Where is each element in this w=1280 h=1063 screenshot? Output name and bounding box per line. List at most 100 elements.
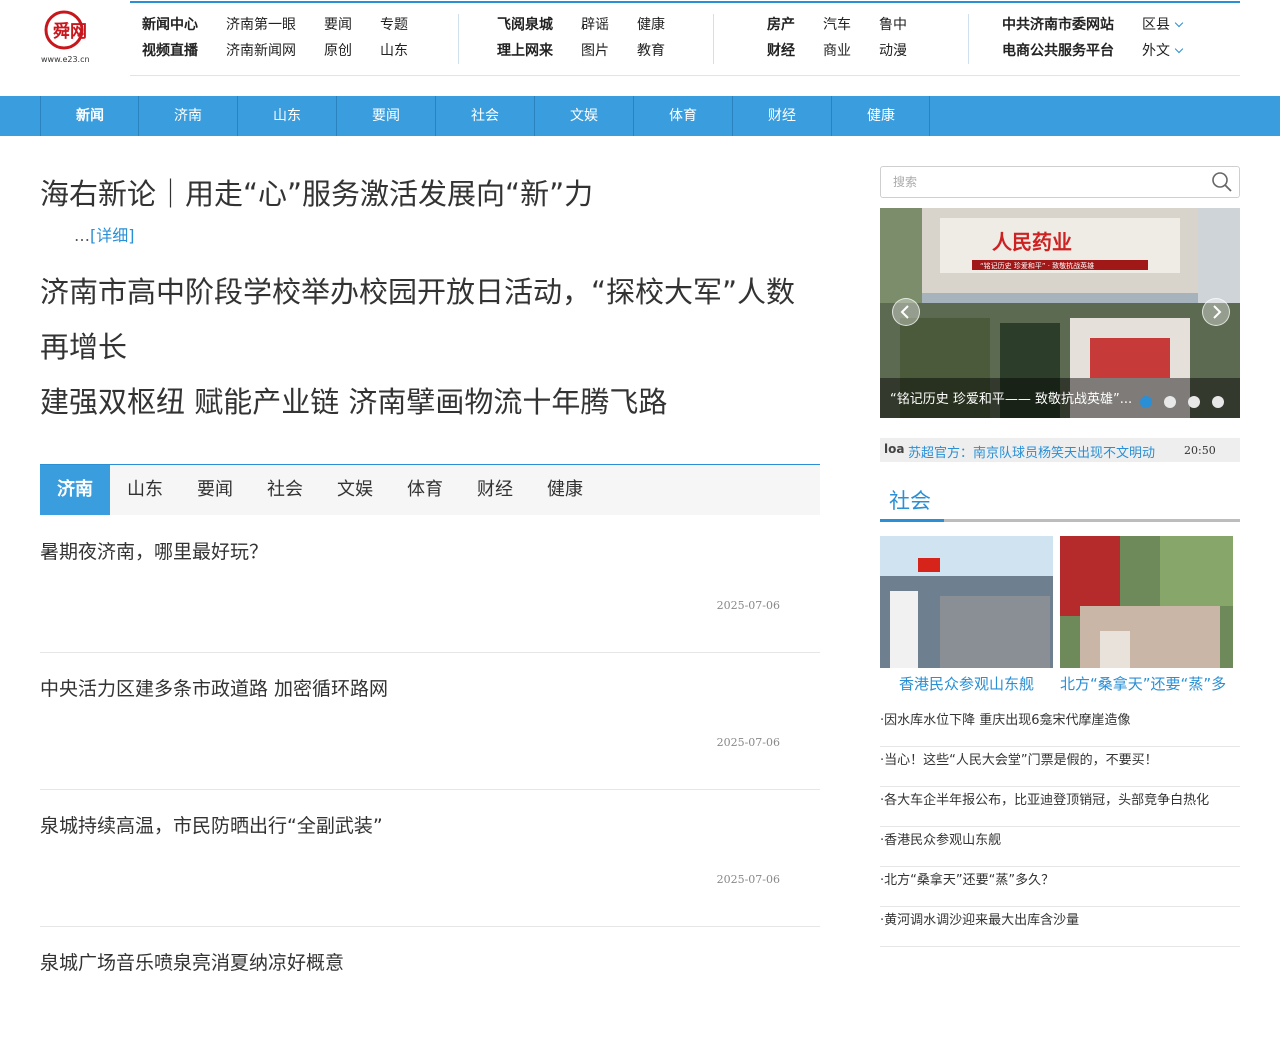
news-title[interactable]: 中央活力区建多条市政道路 加密循环路网 (40, 674, 388, 701)
svg-text:www.e23.cn: www.e23.cn (41, 55, 90, 64)
nav-link-luzhong[interactable]: 鲁中 (879, 12, 907, 38)
tab-entertainment[interactable]: 文娱 (320, 465, 390, 515)
channel-bar: 新闻 济南 山东 要闻 社会 文娱 体育 财经 健康 (0, 96, 1280, 136)
nav-link-jinan-first[interactable]: 济南第一眼 (226, 12, 324, 38)
nav-link-important[interactable]: 要闻 (324, 12, 380, 38)
tab-jinan[interactable]: 济南 (40, 465, 110, 515)
tab-shandong[interactable]: 山东 (110, 465, 180, 515)
list-item[interactable]: ·当心！这些“人民大会堂”门票是假的，不要买！ (880, 746, 1240, 787)
nav-divider (458, 14, 459, 64)
nav-link-theory[interactable]: 理上网来 (497, 38, 581, 64)
channel-society[interactable]: 社会 (435, 96, 534, 136)
photo-thumb[interactable] (880, 536, 1053, 668)
news-ticker: loa 苏超官方：南京队球员杨笑天出现不文明动 20:50 (880, 438, 1240, 462)
news-date: 2025-07-06 (716, 599, 780, 612)
nav-divider (713, 14, 714, 64)
slider-dot[interactable] (1188, 396, 1200, 408)
search-box (880, 166, 1240, 198)
nav-link-jinan-news-net[interactable]: 济南新闻网 (226, 38, 324, 64)
svg-text:舜网: 舜网 (53, 21, 87, 42)
nav-group-news: 新闻中心 济南第一眼 要闻 专题 视频直播 济南新闻网 原创 山东 (142, 12, 408, 64)
nav-group-life: 房产 汽车 鲁中 财经 商业 动漫 (767, 12, 907, 64)
slider-caption[interactable]: “铭记历史 珍爱和平—— 致敬抗战英雄”... (890, 388, 1132, 407)
headline-1[interactable]: 海右新论｜用走“心”服务激活发展向“新”力 (40, 167, 593, 221)
list-item[interactable]: ·北方“桑拿天”还要“蒸”多久？ (880, 866, 1240, 907)
nav-link-health[interactable]: 健康 (637, 12, 665, 38)
channel-entertainment[interactable]: 文娱 (534, 96, 633, 136)
slider-prev-button[interactable] (892, 298, 920, 326)
list-item[interactable]: ·因水库水位下降 重庆出现6龛宋代摩崖造像 (880, 706, 1240, 747)
nav-link-party-committee[interactable]: 中共济南市委网站 (1002, 12, 1142, 38)
photo-caption[interactable]: 北方“桑拿天”还要“蒸”多 (1060, 673, 1235, 694)
photo-thumb[interactable] (1060, 536, 1233, 668)
news-date: 2025-07-06 (716, 873, 780, 886)
nav-link-ecommerce-platform[interactable]: 电商公共服务平台 (1002, 38, 1142, 64)
photo-caption[interactable]: 香港民众参观山东舰 (880, 673, 1053, 694)
nav-link-pictures[interactable]: 图片 (581, 38, 637, 64)
list-item[interactable]: ·香港民众参观山东舰 (880, 826, 1240, 867)
channel-health[interactable]: 健康 (831, 96, 930, 136)
section-underline-highlight (880, 519, 944, 522)
section-title-society[interactable]: 社会 (889, 485, 931, 515)
header-bottom-line (130, 75, 1240, 76)
list-item: 中央活力区建多条市政道路 加密循环路网 2025-07-06 (40, 652, 820, 790)
news-tabs: 济南 山东 要闻 社会 文娱 体育 财经 健康 (40, 464, 820, 515)
channel-jinan[interactable]: 济南 (138, 96, 237, 136)
nav-link-education[interactable]: 教育 (637, 38, 665, 64)
photo-slider[interactable]: 人民药业 “铭记历史 珍爱和平” · 致敬抗战英雄 “铭记历史 珍爱和平—— 致… (880, 208, 1240, 418)
nav-divider (968, 14, 969, 64)
svg-text:人民药业: 人民药业 (992, 230, 1072, 254)
tab-society[interactable]: 社会 (250, 465, 320, 515)
nav-dropdown-foreign[interactable]: 外文 (1142, 38, 1184, 64)
headline-3[interactable]: 建强双枢纽 赋能产业链 济南擘画物流十年腾飞路 (40, 375, 667, 429)
nav-link-special[interactable]: 专题 (380, 12, 408, 38)
nav-link-real-estate[interactable]: 房产 (767, 12, 823, 38)
tab-sports[interactable]: 体育 (390, 465, 460, 515)
tab-finance[interactable]: 财经 (460, 465, 530, 515)
ticker-text[interactable]: 苏超官方：南京队球员杨笑天出现不文明动 (908, 442, 1155, 461)
nav-link-fly-quancheng[interactable]: 飞阅泉城 (497, 12, 581, 38)
slider-next-button[interactable] (1202, 298, 1230, 326)
channel-sports[interactable]: 体育 (633, 96, 732, 136)
nav-dropdown-districts[interactable]: 区县 (1142, 12, 1184, 38)
svg-text:“铭记历史 珍爱和平” · 致敬抗战英雄: “铭记历史 珍爱和平” · 致敬抗战英雄 (980, 261, 1094, 270)
chevron-down-icon (1174, 18, 1184, 28)
nav-link-shandong[interactable]: 山东 (380, 38, 408, 64)
nav-link-original[interactable]: 原创 (324, 38, 380, 64)
chevron-right-icon (1213, 305, 1222, 319)
header-top-line (130, 1, 1240, 3)
list-item: 暑期夜济南，哪里最好玩？ 2025-07-06 (40, 515, 820, 653)
tab-important[interactable]: 要闻 (180, 465, 250, 515)
site-logo[interactable]: 舜网 www.e23.cn (40, 8, 104, 66)
channel-divider (929, 96, 930, 136)
nav-link-anime[interactable]: 动漫 (879, 38, 907, 64)
ticker-label: loa (884, 442, 905, 456)
news-title[interactable]: 暑期夜济南，哪里最好玩？ (40, 537, 268, 564)
detail-link[interactable]: [详细] (90, 226, 135, 245)
search-input[interactable] (881, 167, 1225, 197)
slider-dot[interactable] (1164, 396, 1176, 408)
news-title[interactable]: 泉城持续高温，市民防晒出行“全副武装” (40, 811, 383, 838)
nav-link-live-video[interactable]: 视频直播 (142, 38, 226, 64)
headline-detail: …[详细] (74, 226, 135, 245)
nav-link-business[interactable]: 商业 (823, 38, 879, 64)
list-item[interactable]: ·各大车企半年报公布，比亚迪登顶销冠，头部竞争白热化 (880, 786, 1240, 827)
slider-dot[interactable] (1212, 396, 1224, 408)
tab-health[interactable]: 健康 (530, 465, 600, 515)
slider-dot[interactable] (1140, 396, 1152, 408)
channel-news[interactable]: 新闻 (40, 96, 139, 136)
section-underline (880, 519, 1240, 522)
nav-group-gov: 中共济南市委网站 区县 电商公共服务平台 外文 (1002, 12, 1184, 64)
nav-link-rumor[interactable]: 辟谣 (581, 12, 637, 38)
news-title[interactable]: 泉城广场音乐喷泉亮消夏纳凉好概意 (40, 948, 344, 975)
channel-important[interactable]: 要闻 (336, 96, 435, 136)
channel-finance[interactable]: 财经 (732, 96, 831, 136)
nav-group-city: 飞阅泉城 辟谣 健康 理上网来 图片 教育 (497, 12, 665, 64)
nav-link-news-center[interactable]: 新闻中心 (142, 12, 226, 38)
search-icon[interactable] (1211, 171, 1233, 193)
nav-link-finance[interactable]: 财经 (767, 38, 823, 64)
ticker-time: 20:50 (1184, 444, 1216, 457)
list-item[interactable]: ·黄河调水调沙迎来最大出库含沙量 (880, 906, 1240, 947)
nav-link-auto[interactable]: 汽车 (823, 12, 879, 38)
channel-shandong[interactable]: 山东 (237, 96, 336, 136)
